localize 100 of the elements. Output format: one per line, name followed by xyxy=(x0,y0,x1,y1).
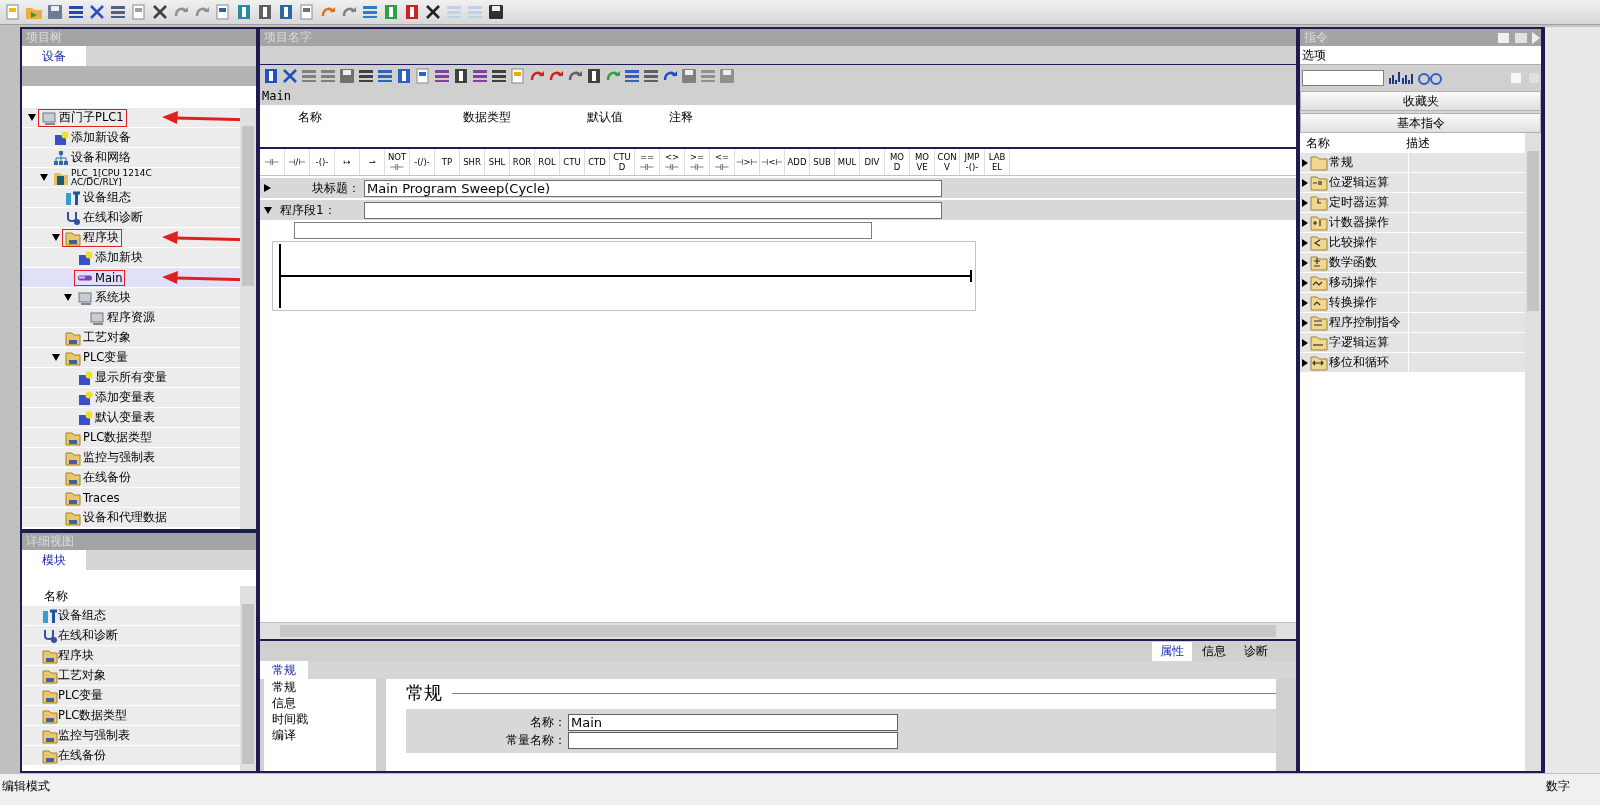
expand-icon[interactable] xyxy=(1302,318,1308,327)
nav-item[interactable]: 常规 xyxy=(272,679,376,695)
instruction-group[interactable]: 位逻辑运算 xyxy=(1300,173,1525,193)
list-icon[interactable] xyxy=(642,67,660,85)
instruction-button[interactable]: ROR xyxy=(510,149,535,175)
instruction-group[interactable]: 常规 xyxy=(1300,153,1525,173)
expand-icon[interactable] xyxy=(1302,238,1308,247)
instruction-group[interactable]: 移位和循环 xyxy=(1300,353,1525,373)
tree-label: Traces xyxy=(83,490,120,505)
tree-item[interactable]: Main xyxy=(22,268,240,288)
list-item[interactable]: 工艺对象 xyxy=(22,666,240,686)
expand-icon[interactable] xyxy=(1302,158,1308,167)
input-field[interactable] xyxy=(568,731,898,749)
expand-icon[interactable] xyxy=(1302,338,1308,347)
tree-item[interactable]: Traces xyxy=(22,488,240,508)
instruction-button[interactable]: SUB xyxy=(810,149,835,175)
tree-item[interactable]: 西门子PLC1 xyxy=(22,108,240,128)
nav-item[interactable]: 编译 xyxy=(272,727,376,743)
tree-item[interactable]: 工艺对象 xyxy=(22,328,240,348)
tree-item[interactable]: 添加变量表 xyxy=(22,388,240,408)
tree-item[interactable]: 设备和网络 xyxy=(22,148,240,168)
list-item[interactable]: 监控与强制表 xyxy=(22,726,240,746)
expand-icon[interactable] xyxy=(1302,278,1308,287)
delete-icon[interactable] xyxy=(151,3,169,21)
tree-item[interactable]: PLC_1[CPU 1214C AC/DC/RLY] xyxy=(22,168,240,188)
sort-icon[interactable] xyxy=(1388,70,1442,86)
instruction-button[interactable]: MUL xyxy=(835,149,860,175)
tree-item[interactable]: 设备组态 xyxy=(22,188,240,208)
expand-icon[interactable] xyxy=(1302,178,1308,187)
tree-item[interactable]: 显示所有变量 xyxy=(22,368,240,388)
tab[interactable]: 属性 xyxy=(1152,641,1192,661)
expand-icon[interactable] xyxy=(1302,198,1308,207)
tree-item[interactable]: 添加新块 xyxy=(22,248,240,268)
expand-icon[interactable] xyxy=(1302,218,1308,227)
list-icon[interactable] xyxy=(490,67,508,85)
tree-item[interactable]: 系统块 xyxy=(22,288,240,308)
instruction-group[interactable]: 定时器运算 xyxy=(1300,193,1525,213)
delete-network-icon[interactable] xyxy=(281,67,299,85)
tree-item[interactable]: 程序资源 xyxy=(22,308,240,328)
list-item[interactable]: 程序块 xyxy=(22,646,240,666)
instruction-group[interactable]: 程序控制指令 xyxy=(1300,313,1525,333)
list-item[interactable]: PLC数据类型 xyxy=(22,706,240,726)
network-title-field[interactable] xyxy=(364,201,942,219)
tree-item[interactable]: 程序块 xyxy=(22,228,240,248)
nav-item[interactable]: 时间戳 xyxy=(272,711,376,727)
scrollbar[interactable] xyxy=(240,586,256,771)
tree-item[interactable]: PLC数据类型 xyxy=(22,428,240,448)
nav-item[interactable]: 信息 xyxy=(272,695,376,711)
tree-item[interactable]: PLC变量 xyxy=(22,348,240,368)
instruction-group[interactable]: 计数器操作 xyxy=(1300,213,1525,233)
expand-icon[interactable] xyxy=(1302,358,1308,367)
tab[interactable]: 设备 xyxy=(22,46,86,66)
instruction-group[interactable]: 字逻辑运算 xyxy=(1300,333,1525,353)
instruction-button[interactable]: CTD xyxy=(585,149,610,175)
scrollbar[interactable] xyxy=(260,622,1296,639)
comment-field[interactable] xyxy=(294,222,872,239)
block-title-field[interactable]: Main Program Sweep(Cycle) xyxy=(364,179,942,197)
scrollbar[interactable] xyxy=(1525,133,1541,771)
field-label: 常量名称： xyxy=(505,731,566,749)
list-item[interactable]: 在线和诊断 xyxy=(22,626,240,646)
tree-item[interactable]: 设备和代理数据 xyxy=(22,508,240,528)
instruction-button[interactable]: CTU D xyxy=(610,149,635,175)
tree-item[interactable]: 默认变量表 xyxy=(22,408,240,428)
list-icon[interactable] xyxy=(395,67,413,85)
folder-icon xyxy=(1310,294,1328,311)
tab[interactable]: 模块 xyxy=(22,550,86,570)
status-text: 编辑模式 xyxy=(2,778,50,795)
list-icon[interactable] xyxy=(376,67,394,85)
category-button[interactable]: 基本指令 xyxy=(1300,113,1541,133)
list-item[interactable]: 设备组态 xyxy=(22,606,240,626)
instruction-button[interactable]: CON V xyxy=(935,149,960,175)
close-icon[interactable] xyxy=(424,3,442,21)
cut-icon[interactable] xyxy=(88,3,106,21)
tree-item[interactable]: 监控与强制表 xyxy=(22,448,240,468)
favorites-button[interactable]: 收藏夹 xyxy=(1300,91,1541,111)
instruction-button[interactable]: NOT ⊣⊢ xyxy=(385,149,410,175)
instruction-button[interactable]: SHR xyxy=(460,149,485,175)
tab[interactable]: 常规 xyxy=(260,661,308,679)
instruction-group[interactable]: 移动操作 xyxy=(1300,273,1525,293)
list-label: 监控与强制表 xyxy=(58,728,130,743)
expand-icon[interactable] xyxy=(1302,258,1308,267)
tree-item[interactable]: 在线备份 xyxy=(22,468,240,488)
list-item[interactable]: 在线备份 xyxy=(22,746,240,766)
input-field[interactable]: Main xyxy=(568,713,898,731)
list-icon[interactable] xyxy=(357,67,375,85)
tree-item[interactable]: 添加新设备 xyxy=(22,128,240,148)
scrollbar[interactable] xyxy=(240,108,256,529)
instruction-button[interactable]: ⊣<⊢ xyxy=(760,149,785,175)
instruction-group[interactable]: 比较操作 xyxy=(1300,233,1525,253)
instruction-button[interactable]: ADD xyxy=(785,149,810,175)
instruction-group[interactable]: 数学函数 xyxy=(1300,253,1525,273)
expand-icon[interactable] xyxy=(1302,298,1308,307)
tree-item[interactable]: 在线和诊断 xyxy=(22,208,240,228)
expand-icon[interactable] xyxy=(264,206,272,214)
save-icon[interactable] xyxy=(46,3,64,21)
instruction-button[interactable]: ⊣>⊢ xyxy=(735,149,760,175)
instruction-group[interactable]: 转换操作 xyxy=(1300,293,1525,313)
list-item[interactable]: PLC变量 xyxy=(22,686,240,706)
search-field[interactable] xyxy=(1302,70,1384,86)
instruction-button[interactable]: CTU xyxy=(560,149,585,175)
